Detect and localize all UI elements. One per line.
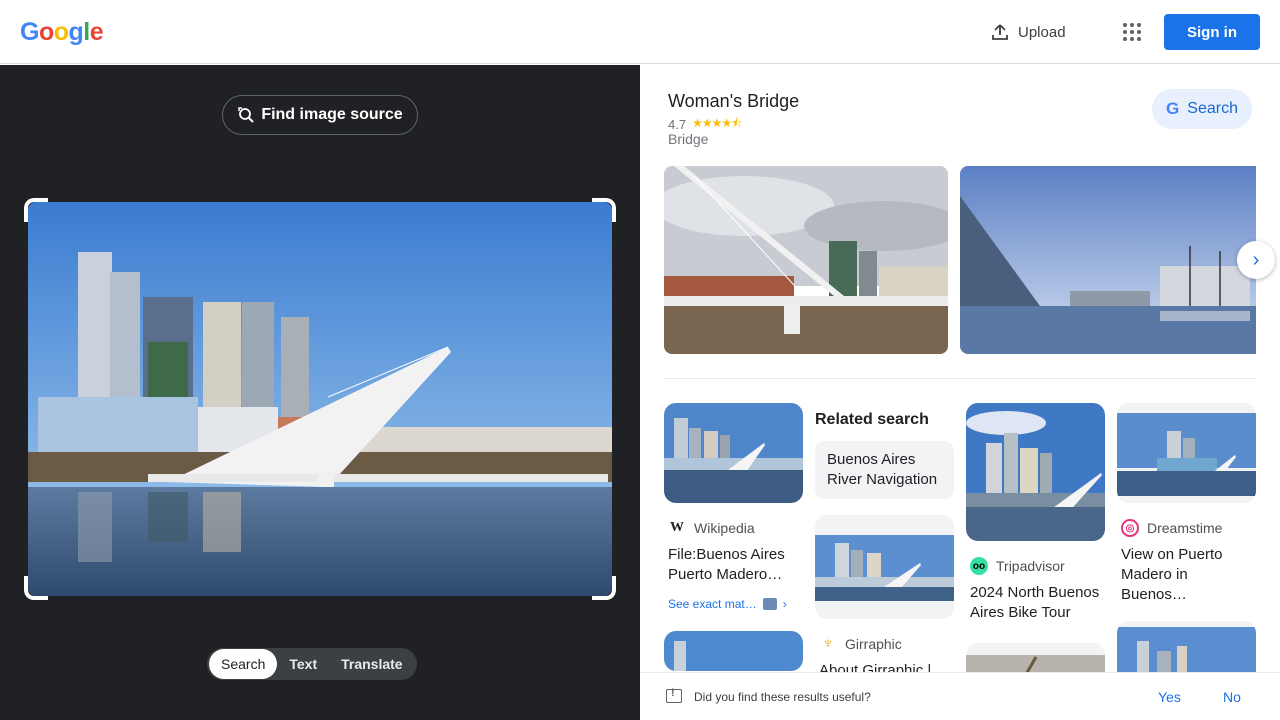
knowledge-panel-image[interactable] <box>960 166 1256 354</box>
feedback-icon <box>666 687 682 703</box>
tab-search[interactable]: Search <box>209 649 278 679</box>
wikipedia-icon: W <box>670 520 684 535</box>
result-thumbnail[interactable] <box>664 403 803 503</box>
google-g-icon: G <box>1166 99 1180 118</box>
tripadvisor-icon: oo <box>970 557 988 575</box>
crop-handle-bottom-left[interactable] <box>24 576 48 600</box>
lens-image-pane: Find image source Search Text Translate <box>0 65 640 720</box>
rating-value: 4.7 <box>668 117 687 132</box>
logo-letter: G <box>20 18 39 46</box>
see-exact-matches-label: See exact mat… <box>668 597 757 611</box>
related-search-column: Related search Buenos Aires River Naviga… <box>815 403 954 672</box>
result-source-name: Dreamstime <box>1147 520 1223 536</box>
related-search-chip[interactable]: Buenos Aires River Navigation <box>815 441 954 499</box>
tab-translate[interactable]: Translate <box>329 649 414 679</box>
upload-button[interactable]: Upload <box>990 18 1066 46</box>
result-thumbnail[interactable] <box>966 643 1105 672</box>
result-source-name: Wikipedia <box>694 520 755 536</box>
result-card: ◎ Dreamstime View on Puerto Madero in Bu… <box>1117 403 1256 672</box>
result-thumbnail[interactable] <box>664 631 803 671</box>
sign-in-button[interactable]: Sign in <box>1164 14 1260 50</box>
result-card: oo Tripadvisor 2024 North Buenos Aires B… <box>966 403 1105 672</box>
result-title[interactable]: 2024 North Buenos Aires Bike Tour <box>966 583 1105 623</box>
logo-letter: e <box>89 18 104 46</box>
crop-handle-bottom-right[interactable] <box>592 576 616 600</box>
chevron-right-icon: › <box>782 597 787 611</box>
result-thumbnail[interactable] <box>1117 621 1256 672</box>
logo-letter: o <box>53 18 69 46</box>
dreamstime-icon: ◎ <box>1121 519 1139 537</box>
feedback-bar: Did you find these results useful? Yes N… <box>640 672 1280 720</box>
result-source[interactable]: ◎ Dreamstime <box>1117 519 1256 537</box>
chevron-right-icon[interactable]: › <box>1237 241 1275 279</box>
logo-letter: g <box>68 18 84 46</box>
divider <box>664 378 1256 379</box>
result-title[interactable]: About Girraphic | <box>815 661 954 672</box>
crop-handle-top-right[interactable] <box>592 198 616 222</box>
find-image-source-button[interactable]: Find image source <box>222 95 418 135</box>
see-exact-matches-link[interactable]: See exact mat… › <box>664 597 803 611</box>
result-source[interactable]: W Wikipedia <box>664 519 803 537</box>
feedback-yes-button[interactable]: Yes <box>1158 689 1181 705</box>
result-source[interactable]: oo Tripadvisor <box>966 557 1105 575</box>
result-title[interactable]: File:Buenos Aires Puerto Madero… <box>664 545 803 585</box>
knowledge-panel-title[interactable]: Woman's Bridge <box>668 91 799 112</box>
apps-grid-icon[interactable] <box>1120 20 1144 44</box>
feedback-no-button[interactable]: No <box>1223 689 1241 705</box>
result-source[interactable]: ♆ Girraphic <box>815 635 954 653</box>
related-search-heading: Related search <box>815 411 929 428</box>
result-thumbnail[interactable] <box>815 515 954 619</box>
logo-letter: o <box>38 18 54 46</box>
result-thumbnail[interactable] <box>1117 403 1256 503</box>
tab-text[interactable]: Text <box>277 649 329 679</box>
lens-search-icon <box>238 107 255 123</box>
result-thumbnail[interactable] <box>966 403 1105 541</box>
uploaded-image <box>28 202 612 596</box>
exact-match-thumbnail <box>762 598 777 610</box>
entity-type: Bridge <box>668 131 709 147</box>
knowledge-panel-image[interactable] <box>664 166 948 354</box>
top-bar: Google Upload Sign in <box>0 0 1280 64</box>
crop-selection[interactable] <box>24 198 616 600</box>
result-card: W Wikipedia File:Buenos Aires Puerto Mad… <box>664 403 803 671</box>
upload-icon <box>992 24 1008 40</box>
results-pane: Woman's Bridge 4.7 ★★★★⯪ Bridge G Search <box>640 65 1280 672</box>
google-search-label: Search <box>1187 100 1238 117</box>
result-source-name: Girraphic <box>845 636 902 652</box>
google-logo[interactable]: Google <box>20 18 104 47</box>
feedback-question: Did you find these results useful? <box>694 690 871 704</box>
google-search-button[interactable]: G Search <box>1152 89 1252 129</box>
lens-mode-tabs: Search Text Translate <box>207 648 417 680</box>
girraphic-icon: ♆ <box>822 635 834 652</box>
crop-handle-top-left[interactable] <box>24 198 48 222</box>
find-image-source-label: Find image source <box>261 106 403 123</box>
result-source-name: Tripadvisor <box>996 558 1065 574</box>
result-title[interactable]: View on Puerto Madero in Buenos… <box>1117 545 1256 605</box>
upload-label: Upload <box>1018 23 1066 41</box>
